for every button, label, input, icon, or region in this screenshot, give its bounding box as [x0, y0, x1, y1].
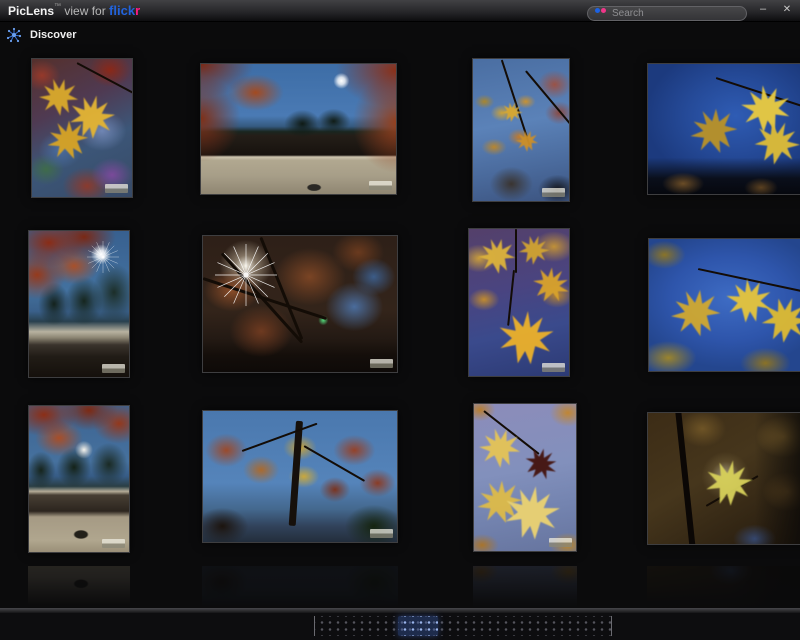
photo-image [29, 231, 129, 377]
watermark-badge [102, 364, 125, 373]
reflection-image [473, 566, 577, 610]
sun-star-icon [87, 241, 119, 274]
maple-leaf-icon [682, 99, 745, 162]
flickr-logo-pink: r [135, 3, 141, 18]
photo-image [473, 59, 569, 201]
watermark-badge [542, 188, 565, 197]
reflection-image [647, 566, 800, 610]
window-title: PicLens™ view for flickr [8, 0, 140, 21]
app-name: PicLens [8, 4, 55, 18]
photo-reflection [473, 566, 577, 610]
watermark-badge [542, 363, 565, 372]
photo-thumbnail[interactable] [202, 235, 398, 373]
branch-shape [525, 70, 569, 126]
maple-leaf-icon [664, 281, 728, 345]
maple-leaf-icon [501, 482, 563, 543]
piclens-window: PicLens™ view for flickr – ✕ Discover [0, 0, 800, 640]
photo-image [203, 411, 397, 542]
watermark-badge [105, 184, 128, 193]
search-box [587, 3, 747, 21]
discover-label: Discover [30, 29, 77, 41]
discover-button[interactable]: Discover [6, 26, 76, 44]
photo-reflection [647, 566, 800, 610]
title-connector: view for [61, 4, 110, 18]
close-button[interactable]: ✕ [778, 0, 796, 21]
photo-image [648, 413, 800, 544]
photo-thumbnail[interactable] [31, 58, 133, 198]
flickr-dot-pink-icon [601, 8, 606, 13]
photo-image [203, 236, 397, 372]
photo-image [648, 64, 800, 194]
watermark-badge [549, 538, 572, 547]
watermark-badge [102, 539, 125, 548]
scrubber-position-handle[interactable] [398, 616, 438, 636]
branch-shape [76, 61, 132, 97]
branch-shape [675, 413, 696, 544]
flickr-logo-blue: flick [109, 3, 136, 18]
photo-thumbnail[interactable] [200, 63, 397, 195]
minimize-button[interactable]: – [754, 0, 772, 21]
branch-shape [303, 445, 365, 482]
trademark-symbol: ™ [54, 3, 62, 10]
maple-leaf-icon [475, 423, 525, 472]
photo-thumbnail[interactable] [648, 238, 800, 372]
flickr-dot-blue-icon [595, 8, 600, 13]
reflection-image [28, 566, 130, 610]
maple-leaf-icon [513, 127, 541, 155]
thumbnail-scrubber[interactable] [314, 616, 612, 636]
photo-reflection [202, 566, 398, 610]
maple-leaf-icon [526, 259, 569, 310]
reflection-image [202, 566, 398, 610]
photo-image [469, 229, 569, 376]
photo-image [649, 239, 800, 371]
photo-image [474, 404, 576, 551]
photo-thumbnail[interactable] [472, 58, 570, 202]
search-input[interactable] [587, 6, 747, 21]
photo-thumbnail[interactable] [28, 230, 130, 378]
photo-image [201, 64, 396, 194]
photo-thumbnail[interactable] [28, 405, 130, 553]
tree-trunk-shape [288, 421, 304, 527]
withered-leaf-icon [518, 441, 564, 487]
starburst-icon [6, 27, 22, 43]
photo-thumbnail[interactable] [468, 228, 570, 377]
maple-leaf-icon [702, 456, 756, 509]
title-bar: PicLens™ view for flickr – ✕ [0, 0, 800, 22]
sun-star-icon [214, 244, 277, 307]
maple-leaf-icon [497, 309, 555, 367]
watermark-badge [369, 181, 392, 190]
photo-image [29, 406, 129, 552]
watermark-badge [370, 359, 393, 368]
watermark-badge [370, 529, 393, 538]
photo-reflection [28, 566, 130, 610]
photo-thumbnail[interactable] [647, 63, 800, 195]
photo-image [32, 59, 132, 197]
photo-thumbnail[interactable] [473, 403, 577, 552]
photo-thumbnail[interactable] [202, 410, 398, 543]
photo-thumbnail[interactable] [647, 412, 800, 545]
